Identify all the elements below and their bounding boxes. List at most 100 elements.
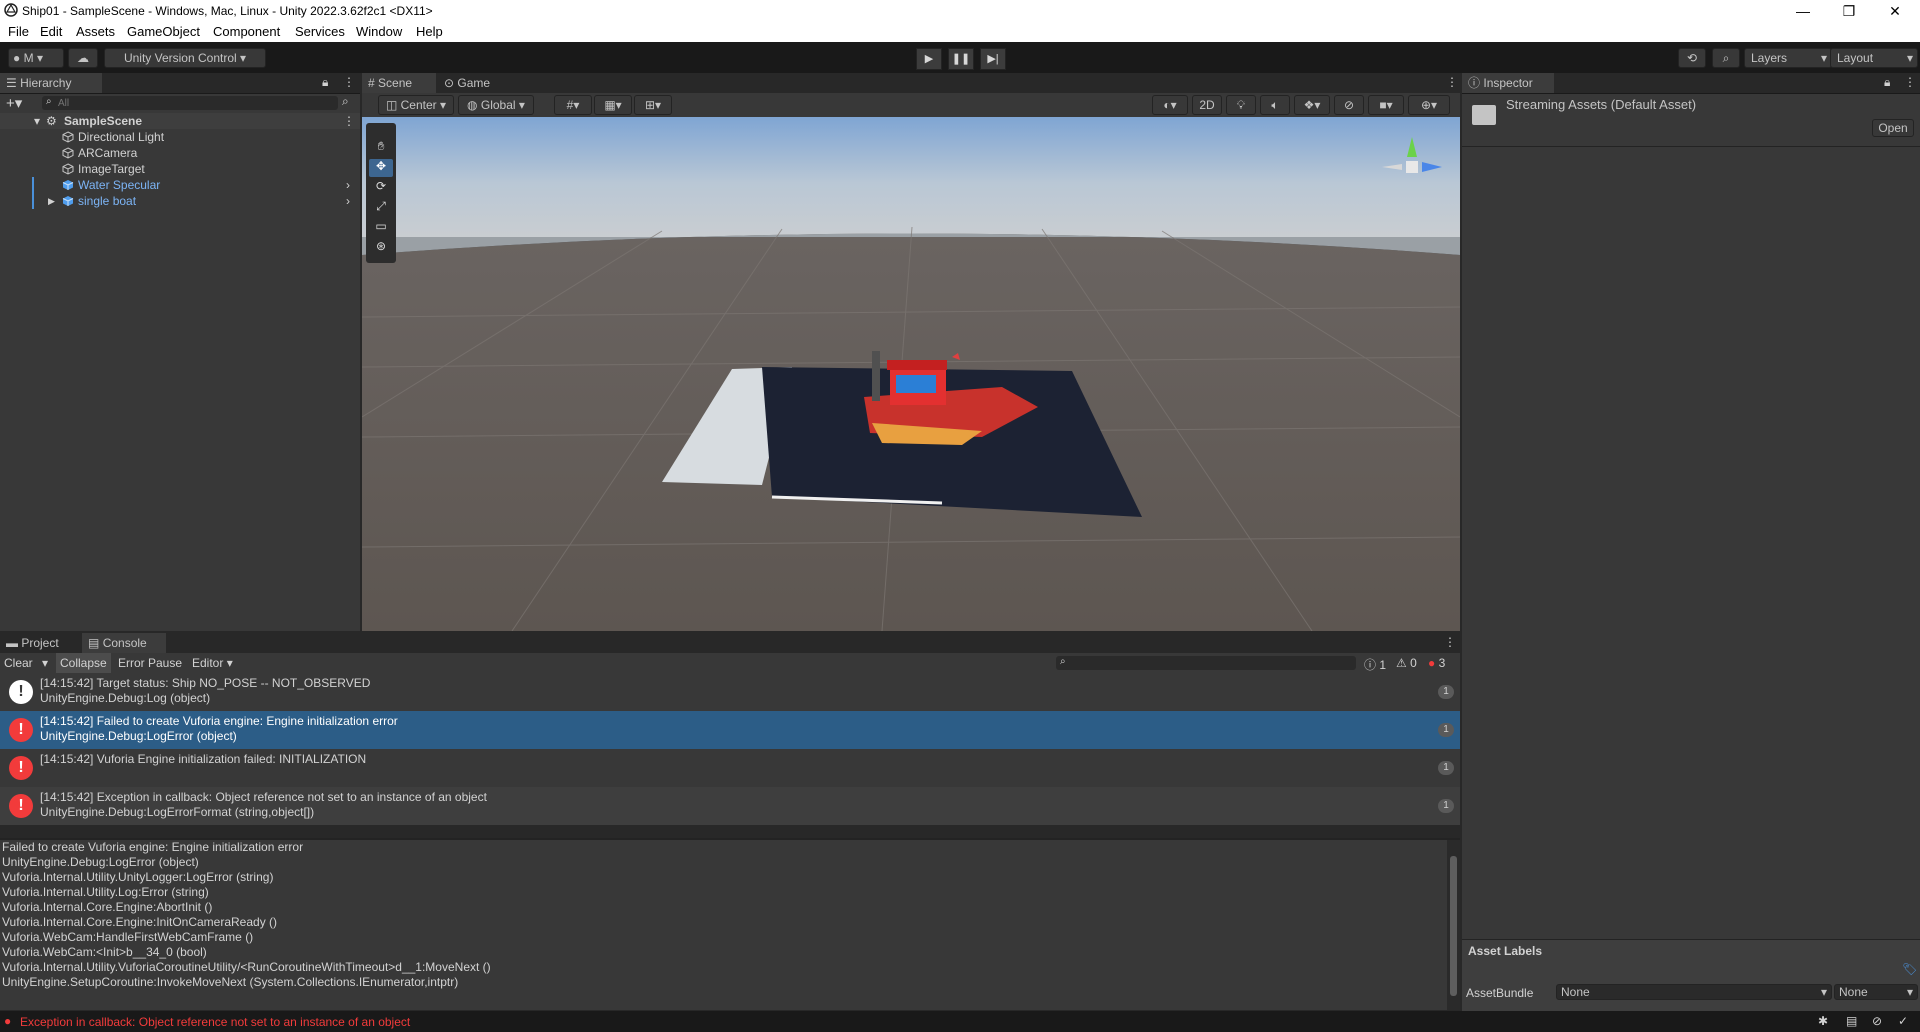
scrollbar-thumb[interactable] bbox=[1450, 856, 1457, 996]
rect-tool-icon[interactable]: ▭ bbox=[369, 219, 393, 237]
collapse-toggle[interactable]: Collapse bbox=[56, 653, 111, 673]
hierarchy-search-input[interactable] bbox=[58, 96, 328, 110]
menu-gameobject[interactable]: GameObject bbox=[127, 24, 200, 39]
camera-dropdown[interactable]: ■▾ bbox=[1368, 95, 1404, 115]
debug-icon[interactable]: ✱ bbox=[1818, 1014, 1828, 1028]
inspector-panel: ⓘ Inspector 🔒︎ ⋮ Streaming Assets (Defau… bbox=[1462, 73, 1920, 1012]
assetbundle-variant-dropdown[interactable]: None ▾ bbox=[1834, 984, 1918, 1000]
error-filter-toggle[interactable]: ● 3 bbox=[1428, 656, 1445, 670]
search-button[interactable]: ⌕ bbox=[1712, 48, 1740, 68]
menu-file[interactable]: File bbox=[8, 24, 29, 39]
tab-hierarchy[interactable]: ☰ Hierarchy bbox=[0, 73, 102, 93]
tab-inspector[interactable]: ⓘ Inspector bbox=[1462, 73, 1554, 93]
scene-search-icon[interactable]: ⌕ bbox=[342, 94, 349, 109]
menu-component[interactable]: Component bbox=[213, 24, 280, 39]
chevron-right-icon[interactable]: › bbox=[346, 193, 350, 209]
scene-visibility-toggle[interactable]: ⊘ bbox=[1334, 95, 1364, 115]
error-icon: ● bbox=[1428, 656, 1436, 670]
hierarchy-item[interactable]: ▶ single boat › bbox=[0, 193, 360, 209]
cloud-button[interactable]: ☁ bbox=[68, 48, 98, 68]
rotate-tool-icon[interactable]: ⟳ bbox=[369, 179, 393, 197]
hierarchy-item[interactable]: Water Specular › bbox=[0, 177, 360, 193]
layers-dropdown[interactable]: Layers ▾ bbox=[1744, 48, 1832, 68]
lighting-toggle[interactable]: 💡︎ bbox=[1226, 95, 1256, 115]
hierarchy-item[interactable]: Directional Light bbox=[0, 129, 360, 145]
menu-services[interactable]: Services bbox=[295, 24, 345, 39]
add-icon[interactable]: +▾ bbox=[6, 94, 22, 112]
scene-row[interactable]: ▾ ⚙ SampleScene ⋮ bbox=[0, 113, 360, 129]
menu-edit[interactable]: Edit bbox=[40, 24, 62, 39]
hierarchy-search[interactable]: ⌕ bbox=[42, 96, 338, 110]
info-count: 1 bbox=[1379, 658, 1387, 672]
history-button[interactable]: ⟲ bbox=[1678, 48, 1706, 68]
folder-icon: ▬ bbox=[6, 636, 18, 650]
transform-tool-icon[interactable]: ⊛ bbox=[369, 239, 393, 257]
version-control-dropdown[interactable]: Unity Version Control ▾ bbox=[104, 48, 266, 68]
hierarchy-item[interactable]: ImageTarget bbox=[0, 161, 360, 177]
minimize-button[interactable]: — bbox=[1780, 0, 1826, 22]
more-options-icon[interactable]: ⋮ bbox=[1446, 75, 1458, 89]
gizmos-dropdown[interactable]: ⊕▾ bbox=[1408, 95, 1450, 115]
more-options-icon[interactable]: ⋮ bbox=[343, 113, 355, 129]
info-filter-toggle[interactable]: ⓘ 1 bbox=[1364, 656, 1386, 673]
lock-icon[interactable]: 🔒︎ bbox=[322, 75, 328, 90]
2d-toggle[interactable]: 2D bbox=[1192, 95, 1222, 115]
hand-tool-icon[interactable]: ✋︎ bbox=[369, 139, 393, 157]
menu-help[interactable]: Help bbox=[416, 24, 443, 39]
maximize-button[interactable]: ❐ bbox=[1826, 0, 1872, 22]
pivot-dropdown[interactable]: ◫ Center ▾ bbox=[378, 95, 454, 115]
autogenerate-icon[interactable]: ⊘ bbox=[1872, 1014, 1882, 1028]
console-entry[interactable]: ! [14:15:42] Exception in callback: Obje… bbox=[0, 787, 1460, 825]
orientation-gizmo-icon[interactable] bbox=[1372, 127, 1452, 207]
more-options-icon[interactable]: ⋮ bbox=[1904, 75, 1916, 89]
increment-snap-button[interactable]: ⊞▾ bbox=[634, 95, 672, 115]
console-details[interactable]: Failed to create Vuforia engine: Engine … bbox=[0, 840, 1447, 1010]
tab-game[interactable]: ⊙ Game bbox=[438, 73, 510, 93]
console-entry-selected[interactable]: ! [14:15:42] Failed to create Vuforia en… bbox=[0, 711, 1460, 749]
hierarchy-toolbar: +▾ ⌕ ⌕ bbox=[0, 94, 360, 112]
error-pause-toggle[interactable]: Error Pause bbox=[118, 656, 182, 670]
expand-arrow-icon[interactable]: ▾ bbox=[34, 113, 40, 129]
hierarchy-item[interactable]: ARCamera bbox=[0, 145, 360, 161]
tag-icon[interactable]: 🏷︎ bbox=[1902, 962, 1917, 976]
chevron-down-icon[interactable]: ▾ bbox=[42, 656, 48, 670]
tab-project[interactable]: ▬ Project bbox=[0, 633, 78, 653]
more-options-icon[interactable]: ⋮ bbox=[343, 75, 355, 89]
warning-filter-toggle[interactable]: ⚠ 0 bbox=[1396, 656, 1417, 670]
play-button[interactable]: ▶ bbox=[916, 48, 942, 70]
assetbundle-dropdown[interactable]: None ▾ bbox=[1556, 984, 1832, 1000]
cache-icon[interactable]: ▤ bbox=[1846, 1014, 1857, 1028]
editor-dropdown[interactable]: Editor ▾ bbox=[192, 656, 233, 670]
menu-window[interactable]: Window bbox=[356, 24, 402, 39]
console-entry[interactable]: ! [14:15:42] Vuforia Engine initializati… bbox=[0, 749, 1460, 787]
status-message[interactable]: Exception in callback: Object reference … bbox=[20, 1015, 410, 1029]
stacktrace-line: Vuforia.WebCam:<Init>b__34_0 (bool) bbox=[2, 945, 207, 959]
grid-snap-button[interactable]: #▾ bbox=[554, 95, 592, 115]
menu-assets[interactable]: Assets bbox=[76, 24, 115, 39]
grid-visibility-button[interactable]: ▦▾ bbox=[594, 95, 632, 115]
close-button[interactable]: ✕ bbox=[1872, 0, 1918, 22]
details-scrollbar[interactable] bbox=[1447, 840, 1460, 1010]
console-search-input[interactable]: ⌕ bbox=[1056, 656, 1356, 670]
open-button[interactable]: Open bbox=[1872, 119, 1914, 137]
chevron-right-icon[interactable]: › bbox=[346, 177, 350, 193]
audio-toggle[interactable]: 🔈︎ bbox=[1260, 95, 1290, 115]
console-entry[interactable]: ! [14:15:42] Target status: Ship NO_POSE… bbox=[0, 673, 1460, 711]
lock-icon[interactable]: 🔒︎ bbox=[1884, 75, 1890, 90]
tab-console[interactable]: ▤ Console bbox=[82, 633, 166, 653]
tab-scene[interactable]: # Scene bbox=[362, 73, 436, 93]
pause-button[interactable]: ❚❚ bbox=[948, 48, 974, 70]
step-button[interactable]: ▶| bbox=[980, 48, 1006, 70]
account-button[interactable]: ● M ▾ bbox=[8, 48, 64, 68]
layout-dropdown[interactable]: Layout ▾ bbox=[1830, 48, 1918, 68]
scale-tool-icon[interactable]: ⤢ bbox=[369, 199, 393, 217]
move-tool-icon[interactable]: ✥ bbox=[369, 159, 393, 177]
clear-button[interactable]: Clear bbox=[4, 656, 33, 670]
scene-viewport[interactable]: ✋︎ ✥ ⟳ ⤢ ▭ ⊛ bbox=[362, 117, 1460, 631]
more-options-icon[interactable]: ⋮ bbox=[1444, 635, 1456, 649]
space-dropdown[interactable]: ◍ Global ▾ bbox=[458, 95, 534, 115]
expand-arrow-icon[interactable]: ▶ bbox=[48, 193, 55, 209]
effects-dropdown[interactable]: ❖▾ bbox=[1294, 95, 1330, 115]
draw-mode-dropdown[interactable]: ◐▾ bbox=[1152, 95, 1188, 115]
check-icon[interactable]: ✓ bbox=[1898, 1014, 1908, 1028]
